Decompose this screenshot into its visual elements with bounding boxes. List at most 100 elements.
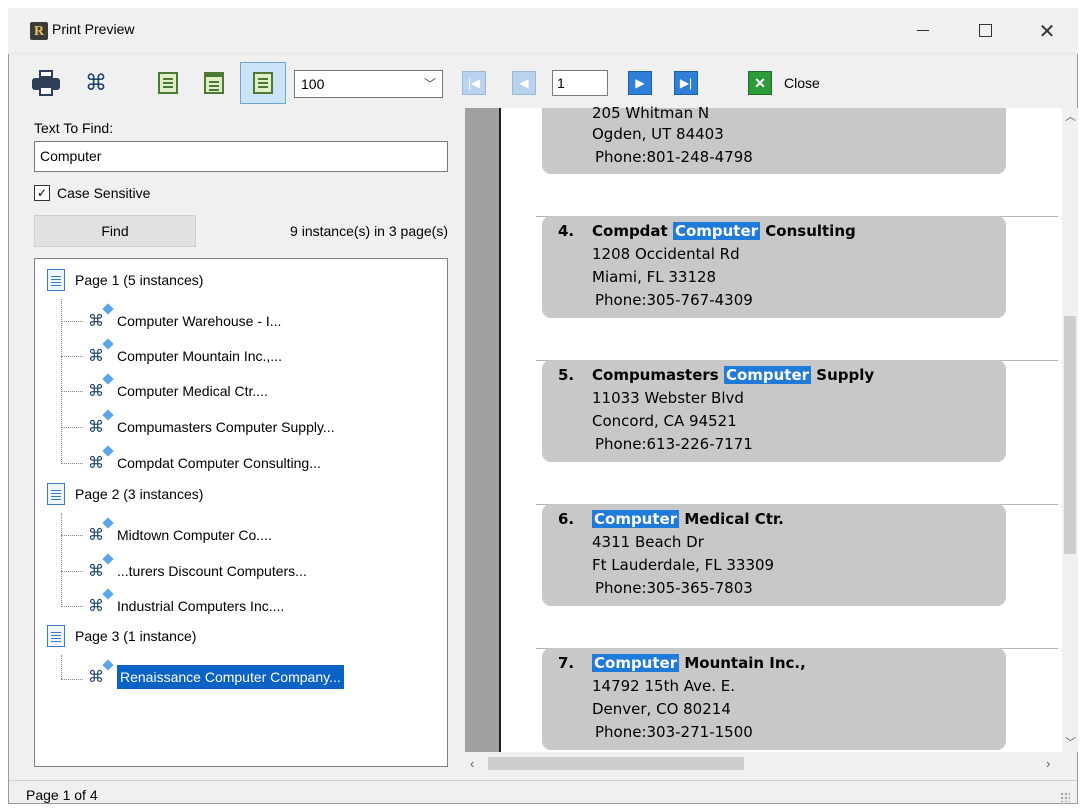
address-card: 4. Compdat Computer Consulting 1208 Occi… — [542, 216, 1006, 318]
result-item[interactable]: ⌘ Industrial Computers Inc.... — [85, 594, 284, 618]
status-text: Page 1 of 4 — [26, 787, 98, 803]
scroll-down-icon[interactable]: ﹀ — [1065, 734, 1076, 750]
previous-page-button[interactable]: ◀ — [512, 71, 536, 95]
binoculars-icon: ⌘ — [85, 453, 107, 473]
city-line: Concord, CA 94521 — [592, 412, 737, 430]
address-card-partial: 205 Whitman N Ogden, UT 84403 Phone:801-… — [542, 104, 1006, 174]
page-number-input[interactable]: 1 — [552, 70, 608, 96]
search-highlight: Computer — [723, 366, 812, 384]
address-card: 7. Computer Mountain Inc., 14792 15th Av… — [542, 648, 1006, 750]
app-logo-icon: R — [30, 22, 48, 40]
last-page-icon: ▶| — [679, 76, 693, 90]
page-setup-button[interactable] — [196, 66, 232, 100]
find-button[interactable]: ⌘ — [78, 66, 114, 100]
phone-line: Phone:303-271-1500 — [595, 723, 753, 741]
page-icon — [47, 625, 65, 647]
text-to-find-input[interactable]: Computer — [34, 141, 448, 172]
name-suffix: Medical Ctr. — [679, 510, 784, 528]
case-sensitive-checkbox[interactable]: ✓ Case Sensitive — [34, 185, 150, 201]
scroll-left-icon[interactable]: ‹ — [470, 756, 474, 771]
search-highlight: Computer — [672, 222, 761, 240]
last-page-button[interactable]: ▶| — [674, 71, 698, 95]
resize-grip-icon[interactable] — [1060, 792, 1070, 802]
page-number-value: 1 — [557, 75, 565, 91]
minimize-button[interactable] — [900, 8, 946, 53]
name-suffix: Mountain Inc., — [679, 654, 806, 672]
result-item[interactable]: ⌘ ...turers Discount Computers... — [85, 559, 307, 583]
instance-summary: 9 instance(s) in 3 page(s) — [290, 223, 448, 239]
single-page-icon — [158, 72, 178, 94]
find-submit-button[interactable]: Find — [34, 215, 196, 247]
result-label: ...turers Discount Computers... — [117, 563, 307, 579]
status-divider — [9, 780, 1077, 781]
name-suffix: Consulting — [760, 222, 856, 240]
tree-connector — [61, 513, 62, 607]
next-page-button[interactable]: ▶ — [628, 71, 652, 95]
zoom-select[interactable]: 100 ﹀ — [294, 70, 443, 98]
print-button[interactable] — [28, 66, 64, 100]
scroll-right-icon[interactable]: › — [1046, 756, 1050, 771]
address-line: 4311 Beach Dr — [592, 533, 704, 551]
search-highlight: Computer — [592, 510, 680, 528]
single-page-button[interactable] — [150, 66, 186, 100]
horizontal-scroll-thumb[interactable] — [488, 757, 744, 770]
result-label: Computer Mountain Inc.,... — [117, 348, 282, 364]
tree-connector — [61, 299, 62, 464]
tree-connector — [61, 655, 62, 679]
result-item[interactable]: ⌘ Computer Warehouse - I... — [85, 309, 281, 333]
address-line: 14792 15th Ave. E. — [592, 677, 735, 695]
printer-icon — [32, 70, 60, 96]
phone-line: Phone:801-248-4798 — [595, 148, 753, 166]
maximize-icon — [978, 24, 992, 37]
result-label: Industrial Computers Inc.... — [117, 598, 285, 614]
result-item[interactable]: ⌘ Compdat Computer Consulting... — [85, 451, 321, 475]
minimize-icon — [917, 30, 929, 31]
case-sensitive-label: Case Sensitive — [57, 185, 151, 201]
next-page-icon: ▶ — [635, 76, 645, 90]
chevron-down-icon: ﹀ — [423, 77, 436, 91]
binoculars-icon: ⌘ — [85, 346, 107, 366]
binoculars-icon: ⌘ — [85, 596, 107, 616]
close-label: Close — [784, 75, 820, 91]
vertical-scroll-thumb[interactable] — [1064, 316, 1076, 554]
scroll-up-icon[interactable]: ︿ — [1065, 108, 1076, 124]
result-item[interactable]: ⌘ Compumasters Computer Supply... — [85, 415, 335, 439]
page-icon — [47, 269, 65, 291]
page-label: Page 1 (5 instances) — [75, 272, 204, 288]
result-item-selected[interactable]: ⌘ Renaissance Computer Company... — [85, 664, 345, 690]
phone-line: Phone:305-767-4309 — [595, 291, 753, 309]
tree-page-3[interactable]: Page 3 (1 instance) — [47, 624, 196, 648]
entry-number: 5. — [558, 366, 575, 384]
previous-page-icon: ◀ — [519, 76, 529, 90]
search-highlight: Computer — [592, 654, 680, 672]
result-item[interactable]: ⌘ Midtown Computer Co.... — [85, 523, 272, 547]
find-button-label: Find — [101, 223, 129, 239]
first-page-button[interactable]: |◀ — [462, 71, 486, 95]
result-item[interactable]: ⌘ Computer Mountain Inc.,... — [85, 344, 282, 368]
phone-line: Phone:305-365-7803 — [595, 579, 753, 597]
result-label: Computer Medical Ctr.... — [117, 383, 268, 399]
tree-page-1[interactable]: Page 1 (5 instances) — [47, 268, 203, 292]
binoculars-icon: ⌘ — [85, 311, 107, 331]
city-line: Miami, FL 33128 — [592, 268, 717, 286]
multi-page-button[interactable] — [240, 62, 286, 104]
page-icon — [47, 483, 65, 505]
entry-number: 4. — [558, 222, 575, 240]
close-icon: ✕ — [1038, 18, 1056, 43]
result-label: Renaissance Computer Company... — [116, 664, 345, 690]
close-window-button[interactable]: ✕ — [1024, 8, 1070, 53]
results-tree: Page 1 (5 instances) ⌘ Computer Warehouse… — [34, 258, 448, 767]
close-preview-button[interactable]: ✕ Close — [748, 71, 820, 95]
result-label: Midtown Computer Co.... — [117, 527, 272, 543]
phone-line: Phone:613-226-7171 — [595, 435, 753, 453]
first-page-icon: |◀ — [467, 76, 481, 90]
checkbox-checked-icon: ✓ — [34, 185, 50, 201]
city-line: Ft Lauderdale, FL 33309 — [592, 556, 775, 574]
page-label: Page 2 (3 instances) — [75, 486, 204, 502]
entry-number: 7. — [558, 654, 575, 672]
result-item[interactable]: ⌘ Computer Medical Ctr.... — [85, 379, 268, 403]
name-suffix: Supply — [811, 366, 875, 384]
maximize-button[interactable] — [962, 8, 1008, 53]
binoculars-icon: ⌘ — [85, 667, 107, 687]
tree-page-2[interactable]: Page 2 (3 instances) — [47, 482, 203, 506]
